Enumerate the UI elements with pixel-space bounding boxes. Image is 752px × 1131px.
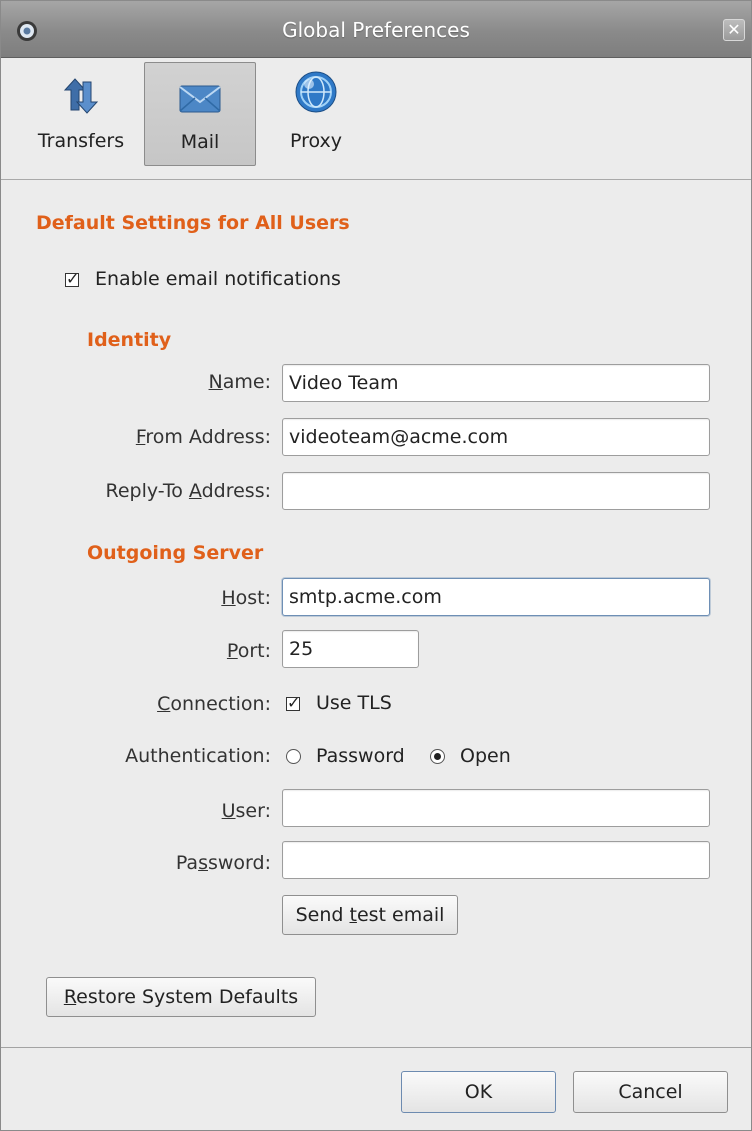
auth-open-radio[interactable] — [430, 749, 445, 764]
auth-open-label[interactable]: Open — [460, 745, 511, 767]
transfer-arrows-icon — [63, 78, 99, 114]
tab-proxy[interactable]: Proxy — [263, 62, 369, 166]
checkmark-icon: ✓ — [287, 693, 301, 712]
name-field[interactable]: Video Team — [282, 364, 710, 402]
host-field[interactable]: smtp.acme.com — [282, 578, 710, 616]
envelope-icon — [179, 85, 221, 113]
tab-transfers-label: Transfers — [37, 130, 125, 152]
auth-password-label[interactable]: Password — [316, 745, 405, 767]
close-button[interactable]: ✕ — [723, 19, 745, 41]
reply-to-address-field[interactable] — [282, 472, 710, 510]
user-label: User: — [221, 800, 271, 822]
password-field[interactable] — [282, 841, 710, 879]
reply-to-address-label: Reply-To Address: — [105, 480, 271, 502]
tab-mail-label: Mail — [180, 131, 220, 153]
enable-notifications-label[interactable]: Enable email notifications — [95, 268, 341, 290]
checkmark-icon: ✓ — [66, 269, 80, 288]
authentication-label: Authentication: — [125, 745, 271, 767]
enable-notifications-checkbox[interactable]: ✓ — [65, 269, 79, 288]
window-title: Global Preferences — [282, 18, 470, 42]
password-label: Password: — [175, 852, 271, 874]
cancel-button[interactable]: Cancel — [573, 1071, 728, 1113]
globe-icon — [295, 71, 337, 113]
tab-mail[interactable]: Mail — [144, 62, 256, 166]
section-title-identity: Identity — [87, 329, 172, 351]
preferences-dialog: Global Preferences ✕ Transfers Mail Prox… — [0, 0, 752, 1131]
tab-transfers[interactable]: Transfers — [25, 62, 137, 166]
section-title-defaults: Default Settings for All Users — [36, 212, 350, 234]
footer-divider — [1, 1047, 751, 1048]
preferences-toolbar: Transfers Mail Proxy — [1, 58, 751, 180]
send-test-email-button[interactable]: Send test email — [282, 895, 458, 935]
connection-label: Connection: — [157, 693, 271, 715]
user-field[interactable] — [282, 789, 710, 827]
tab-proxy-label: Proxy — [289, 130, 343, 152]
port-field[interactable]: 25 — [282, 630, 419, 668]
auth-password-radio[interactable] — [286, 749, 301, 764]
use-tls-label[interactable]: Use TLS — [316, 692, 392, 714]
port-label: Port: — [226, 640, 271, 662]
from-address-label: From Address: — [135, 426, 271, 448]
title-bar[interactable]: Global Preferences ✕ — [1, 1, 751, 58]
host-label: Host: — [221, 587, 271, 609]
name-label: Name: — [208, 371, 271, 393]
use-tls-checkbox[interactable]: ✓ — [286, 693, 300, 712]
section-title-outgoing-server: Outgoing Server — [87, 542, 264, 564]
ok-button[interactable]: OK — [401, 1071, 556, 1113]
from-address-field[interactable]: videoteam@acme.com — [282, 418, 710, 456]
restore-defaults-button[interactable]: Restore System Defaults — [46, 977, 316, 1017]
close-icon: ✕ — [727, 20, 741, 39]
